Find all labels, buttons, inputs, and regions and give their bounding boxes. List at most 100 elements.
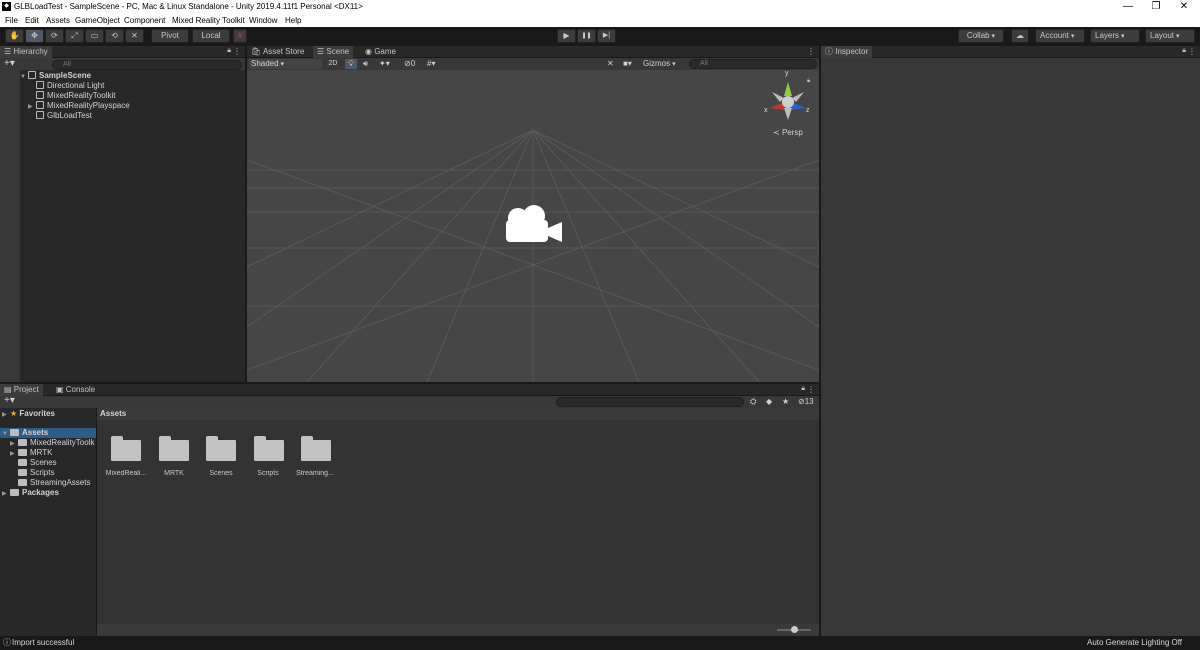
menu-file[interactable]: File — [5, 16, 18, 25]
rect-tool-icon[interactable]: ▭ — [85, 29, 104, 43]
project-add-button[interactable]: +▾ — [4, 396, 15, 406]
breadcrumb[interactable]: Assets — [97, 408, 819, 420]
tab-hierarchy[interactable]: ☰ Hierarchy — [0, 46, 52, 58]
gizmos-dropdown[interactable]: Gizmos — [643, 59, 676, 69]
account-dropdown[interactable]: Account — [1035, 29, 1085, 43]
status-message[interactable]: Import successful — [12, 638, 74, 648]
menu-component[interactable]: Component — [124, 16, 165, 25]
tree-folder[interactable]: Scripts — [18, 468, 54, 478]
lock-icon[interactable]: 🔒︎ — [801, 385, 805, 393]
menu-help[interactable]: Help — [285, 16, 301, 25]
tools-toggle-icon[interactable]: ✕ — [607, 59, 614, 69]
menu-window[interactable]: Window — [249, 16, 277, 25]
collapsed-arrow-icon[interactable]: ▶ — [28, 102, 36, 112]
collapsed-arrow-icon[interactable]: ▶ — [10, 449, 18, 459]
tree-folder[interactable]: Scenes — [18, 458, 57, 468]
expand-arrow-icon[interactable]: ▼ — [2, 429, 10, 439]
project-search-input[interactable] — [556, 397, 744, 407]
hierarchy-add-button[interactable]: +▾ — [4, 59, 15, 69]
custom-tool-icon[interactable]: ✕ — [125, 29, 144, 43]
hierarchy-item[interactable]: GlbLoadTest — [36, 111, 92, 121]
scale-tool-icon[interactable]: ⤢ — [65, 29, 84, 43]
asset-folder-label: MixedReali... — [105, 470, 147, 477]
icon-size-slider-thumb[interactable] — [791, 626, 798, 633]
tab-scene[interactable]: ☰ Scene — [313, 46, 354, 58]
asset-folder-label: Scenes — [209, 470, 233, 477]
tab-label: Asset Store — [262, 47, 305, 56]
play-button[interactable]: ▶ — [557, 29, 576, 43]
cloud-icon[interactable]: ☁ — [1011, 29, 1029, 43]
menu-edit[interactable]: Edit — [25, 16, 39, 25]
pause-button[interactable]: ❚❚ — [577, 29, 596, 43]
hierarchy-item[interactable]: ▶ MixedRealityPlayspace — [28, 101, 130, 111]
folder-icon — [18, 439, 27, 446]
asset-folder-icon[interactable] — [205, 436, 237, 462]
assets-node[interactable]: ▼ Assets — [0, 428, 96, 438]
layers-dropdown[interactable]: Layers — [1090, 29, 1140, 43]
rotate-tool-icon[interactable]: ⟳ — [45, 29, 64, 43]
menu-mixed-reality-toolkit[interactable]: Mixed Reality Toolkit — [172, 16, 245, 25]
more-options-icon[interactable]: ⋮ — [233, 47, 241, 56]
packages-node[interactable]: ▶ Packages — [2, 488, 59, 498]
filter-by-type-icon[interactable]: ⛭ — [750, 397, 756, 407]
asset-folder-icon[interactable] — [110, 436, 142, 462]
camera-dropdown-icon[interactable]: ■▾ — [623, 59, 632, 69]
lock-icon[interactable]: 🔒︎ — [227, 47, 231, 55]
hierarchy-item[interactable]: MixedRealityToolkit — [36, 91, 115, 101]
folder-icon — [10, 429, 19, 436]
scene-root[interactable]: ▼ SampleScene — [20, 71, 245, 81]
hand-tool-icon[interactable]: ✋ — [5, 29, 24, 43]
minimize-button[interactable]: — — [1114, 0, 1142, 14]
hidden-packages-toggle[interactable]: ⊘13 — [798, 397, 814, 407]
effects-dropdown-icon[interactable]: ✦▾ — [379, 59, 390, 69]
tree-folder[interactable]: ▶ MixedRealityToolk — [10, 438, 94, 448]
tree-folder[interactable]: StreamingAssets — [18, 478, 90, 488]
shading-mode-dropdown[interactable]: Shaded — [249, 59, 322, 69]
hierarchy-item[interactable]: Directional Light — [36, 81, 104, 91]
lock-icon[interactable]: 🔒︎ — [1182, 47, 1186, 55]
more-options-icon[interactable]: ⋮ — [807, 47, 815, 56]
favorites-node[interactable]: ▶ ★ Favorites — [2, 409, 55, 419]
filter-by-label-icon[interactable]: ◆ — [766, 397, 772, 407]
more-options-icon[interactable]: ⋮ — [807, 385, 815, 394]
grid-snap-icon[interactable]: # — [233, 29, 247, 43]
tab-inspector[interactable]: ⓘ Inspector — [821, 46, 873, 58]
menu-gameobject[interactable]: GameObject — [75, 16, 120, 25]
expand-arrow-icon[interactable]: ▼ — [20, 72, 28, 82]
collapsed-arrow-icon[interactable]: ▶ — [2, 489, 10, 499]
tab-game[interactable]: ◉ Game — [361, 46, 400, 58]
assets-label: Assets — [22, 428, 49, 437]
local-toggle-button[interactable]: Local — [192, 29, 230, 43]
audio-toggle-icon[interactable]: 🔊︎ — [363, 59, 368, 69]
2d-toggle-button[interactable]: 2D — [326, 59, 340, 69]
scene-search-input[interactable]: All — [689, 59, 817, 69]
folder-icon — [18, 469, 27, 476]
hidden-objects-toggle[interactable]: ⊘0 — [404, 59, 415, 69]
transform-tool-icon[interactable]: ⟲ — [105, 29, 124, 43]
collab-dropdown[interactable]: Collab — [958, 29, 1004, 43]
favorite-star-icon[interactable]: ★ — [782, 397, 789, 407]
asset-folder-icon[interactable] — [253, 436, 285, 462]
pivot-toggle-button[interactable]: Pivot — [151, 29, 189, 43]
close-button[interactable]: ✕ — [1170, 0, 1198, 14]
tab-console[interactable]: ▣ Console — [52, 384, 99, 396]
lighting-toggle-icon[interactable]: 💡︎ — [345, 59, 357, 69]
gizmo-lock-icon[interactable]: 🔒︎ — [807, 78, 810, 85]
step-button[interactable]: ▶| — [597, 29, 616, 43]
window-title: GLBLoadTest - SampleScene - PC, Mac & Li… — [14, 2, 363, 11]
hierarchy-search-input[interactable]: All — [52, 60, 242, 70]
tab-asset-store[interactable]: 🛍︎ Asset Store — [247, 46, 308, 58]
lighting-status[interactable]: Auto Generate Lighting Off — [1087, 638, 1182, 648]
menu-assets[interactable]: Assets — [46, 16, 70, 25]
scene-viewport[interactable]: y x z 🔒︎ ≺ Persp — [247, 70, 819, 382]
more-options-icon[interactable]: ⋮ — [1188, 47, 1196, 56]
move-tool-icon[interactable]: ✥ — [25, 29, 44, 43]
asset-folder-icon[interactable] — [300, 436, 332, 462]
perspective-toggle[interactable]: ≺ Persp — [773, 128, 803, 138]
asset-folder-icon[interactable] — [158, 436, 190, 462]
collapsed-arrow-icon[interactable]: ▶ — [2, 410, 10, 420]
layout-dropdown[interactable]: Layout — [1145, 29, 1195, 43]
grid-toggle-icon[interactable]: #▾ — [427, 59, 435, 69]
restore-button[interactable]: ❐ — [1142, 0, 1170, 14]
tree-folder[interactable]: ▶ MRTK — [10, 448, 53, 458]
